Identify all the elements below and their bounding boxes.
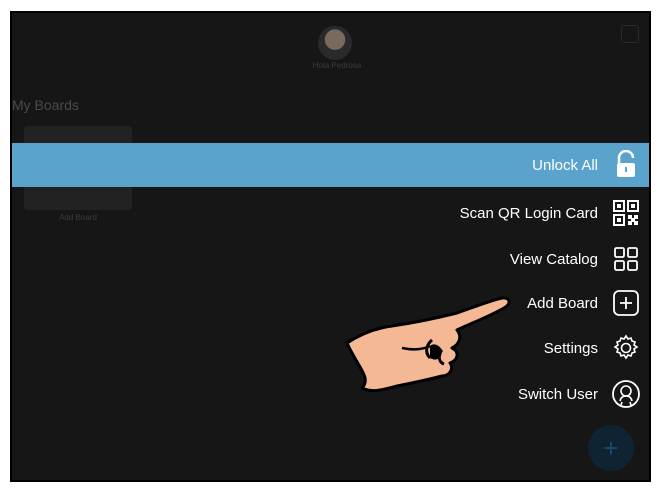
user-name: Hola Pedrosa — [312, 61, 362, 70]
menu-item-view-catalog[interactable]: View Catalog — [342, 241, 642, 277]
my-boards-title: My Boards — [12, 97, 79, 113]
grid-icon — [610, 243, 642, 275]
pointing-hand-icon — [342, 288, 512, 398]
menu-item-label: Add Board — [527, 294, 598, 312]
top-right-icon[interactable] — [621, 25, 639, 43]
menu-item-label: View Catalog — [509, 250, 598, 268]
menu-item-label: Settings — [543, 339, 598, 357]
user-circle-icon — [610, 378, 642, 410]
menu-item-label: Scan QR Login Card — [459, 204, 598, 222]
plus-square-icon — [610, 287, 642, 319]
user-avatar[interactable] — [318, 26, 352, 60]
menu-item-label: Switch User — [517, 385, 598, 403]
fab-add-button[interactable]: + — [588, 425, 634, 471]
menu-item-scan-qr[interactable]: Scan QR Login Card — [342, 195, 642, 231]
gear-icon — [610, 332, 642, 364]
qr-code-icon — [610, 197, 642, 229]
unlock-icon — [610, 149, 642, 181]
menu-item-unlock-all[interactable]: Unlock All — [342, 147, 642, 183]
menu-item-label: Unlock All — [532, 156, 598, 174]
add-board-tile-label: Add Board — [59, 213, 97, 222]
app-screen: Hola Pedrosa My Boards Add Board + Unloc… — [10, 11, 651, 482]
